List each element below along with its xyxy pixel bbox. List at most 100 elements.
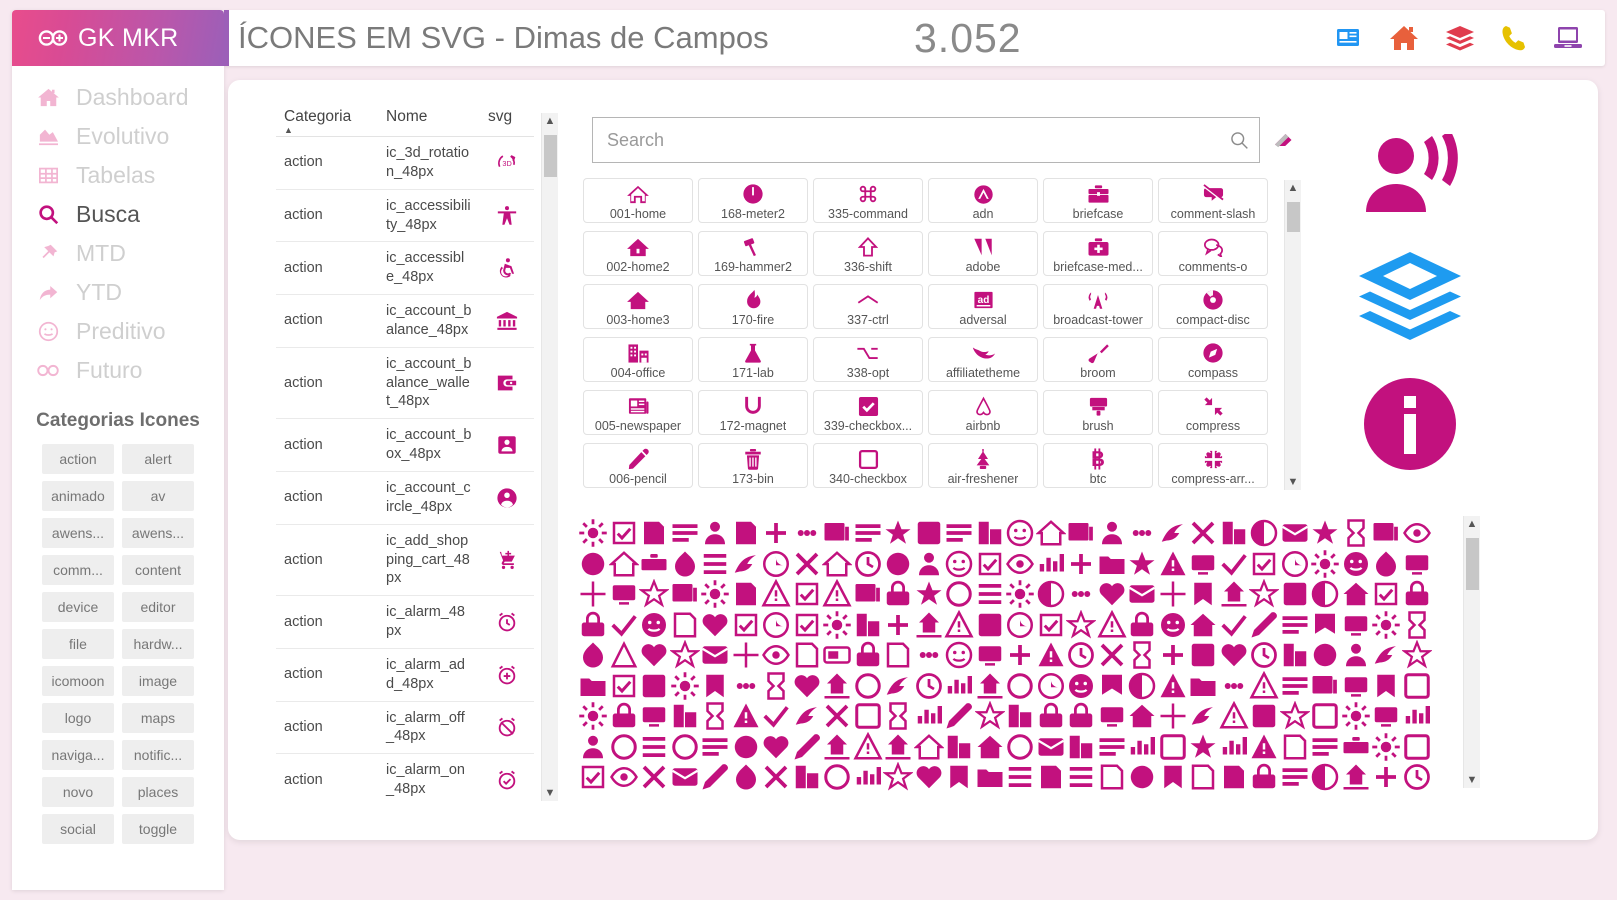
wall-icon[interactable] (1341, 549, 1372, 580)
wall-icon[interactable] (883, 610, 914, 641)
table-row[interactable]: action ic_3d_rotation_48px 3D (276, 136, 534, 190)
column-header-categoria[interactable]: Categoria ▲ (276, 100, 378, 137)
wall-icon[interactable] (1188, 518, 1219, 549)
wall-icon[interactable] (883, 518, 914, 549)
wall-icon[interactable] (761, 518, 792, 549)
wall-icon[interactable] (1127, 579, 1158, 610)
wall-icon[interactable] (822, 640, 853, 671)
wall-icon[interactable] (1066, 762, 1097, 792)
wall-icon[interactable] (609, 640, 640, 671)
icon-tile-001-home[interactable]: 001-home (583, 178, 693, 223)
category-button[interactable]: content (122, 555, 194, 585)
scroll-up-icon[interactable]: ▲ (1467, 516, 1478, 532)
wall-icon[interactable] (609, 701, 640, 732)
icon-tile-adn[interactable]: adn (928, 178, 1038, 223)
wall-icon[interactable] (1158, 762, 1189, 792)
wall-icon[interactable] (822, 732, 853, 763)
wall-icon[interactable] (1371, 549, 1402, 580)
wall-icon[interactable] (1036, 579, 1067, 610)
column-header-nome[interactable]: Nome (378, 100, 480, 137)
wall-icon[interactable] (639, 610, 670, 641)
wall-icon[interactable] (639, 701, 670, 732)
wall-icon[interactable] (1310, 701, 1341, 732)
wall-icon[interactable] (639, 732, 670, 763)
wall-icon[interactable] (578, 671, 609, 702)
sidebar-item-ytd[interactable]: YTD (12, 273, 224, 312)
wall-icon[interactable] (639, 579, 670, 610)
wall-icon[interactable] (609, 579, 640, 610)
wall-icon[interactable] (1005, 701, 1036, 732)
wall-icon[interactable] (914, 549, 945, 580)
wall-icon[interactable] (944, 732, 975, 763)
wall-icon[interactable] (761, 701, 792, 732)
wall-icon[interactable] (1036, 610, 1067, 641)
wall-icon[interactable] (1005, 549, 1036, 580)
wall-icon[interactable] (1127, 610, 1158, 641)
table-row[interactable]: action ic_account_balance_wallet_48px (276, 347, 534, 420)
wall-icon[interactable] (1310, 732, 1341, 763)
wall-icon[interactable] (975, 549, 1006, 580)
wall-icon[interactable] (1097, 671, 1128, 702)
wall-icon[interactable] (1219, 549, 1250, 580)
wall-icon[interactable] (883, 671, 914, 702)
wall-icon[interactable] (1066, 609, 1097, 641)
icon-tile-002-home2[interactable]: 002-home2 (583, 231, 693, 276)
sidebar-item-futuro[interactable]: Futuro (12, 351, 224, 390)
search-input[interactable] (593, 129, 1219, 151)
wall-icon[interactable] (578, 762, 609, 792)
icon-tile-170-fire[interactable]: 170-fire (698, 284, 808, 329)
wall-icon[interactable] (1280, 610, 1311, 641)
wall-icon[interactable] (700, 549, 731, 580)
wall-icon[interactable] (731, 732, 762, 763)
wall-icon[interactable] (853, 518, 884, 549)
wall-icon[interactable] (670, 518, 701, 549)
table-row[interactable]: action ic_alarm_add_48px (276, 648, 534, 702)
phone-icon[interactable] (1501, 24, 1527, 52)
wall-icon[interactable] (1249, 670, 1280, 702)
table-row[interactable]: action ic_account_circle_48px (276, 471, 534, 525)
wall-icon[interactable] (1249, 640, 1280, 671)
icon-tile-005-newspaper[interactable]: 005-newspaper (583, 390, 693, 435)
wall-icon[interactable] (1310, 518, 1341, 549)
wall-icon[interactable] (731, 701, 762, 732)
wall-icon[interactable] (1249, 579, 1280, 610)
wall-icon[interactable] (1188, 640, 1219, 671)
icon-tile-brush[interactable]: brush (1043, 390, 1153, 435)
wall-icon[interactable] (1219, 610, 1250, 641)
wall-icon[interactable] (731, 610, 762, 641)
wall-icon[interactable] (1402, 549, 1433, 580)
wall-icon[interactable] (1097, 518, 1128, 549)
wall-icon[interactable] (1188, 549, 1219, 580)
scroll-down-icon[interactable]: ▼ (1288, 474, 1299, 490)
wall-icon[interactable] (1249, 732, 1280, 763)
wall-icon[interactable] (609, 762, 640, 792)
wall-icon[interactable] (975, 732, 1006, 763)
wall-icon[interactable] (1280, 549, 1311, 580)
wall-icon[interactable] (1097, 549, 1128, 580)
wall-icon[interactable] (914, 640, 945, 671)
category-button[interactable]: social (42, 814, 114, 844)
wall-icon[interactable] (853, 549, 884, 580)
category-button[interactable]: awens... (122, 518, 194, 548)
eraser-icon[interactable] (1272, 128, 1298, 150)
scroll-thumb[interactable] (544, 135, 557, 177)
wall-icon[interactable] (1066, 549, 1097, 580)
icon-tile-006-pencil[interactable]: 006-pencil (583, 443, 693, 488)
wall-icon[interactable] (700, 762, 731, 792)
wall-icon[interactable] (975, 518, 1006, 549)
sidebar-item-evolutivo[interactable]: Evolutivo (12, 117, 224, 156)
wall-icon[interactable] (792, 701, 823, 732)
wall-icon[interactable] (1066, 518, 1097, 549)
scroll-thumb[interactable] (1287, 202, 1300, 232)
wall-icon[interactable] (1036, 549, 1067, 580)
wall-icon[interactable] (700, 610, 731, 641)
wall-icon[interactable] (1341, 671, 1372, 702)
wall-icon[interactable] (700, 518, 731, 549)
icon-tile-335-command[interactable]: 335-command (813, 178, 923, 223)
wall-icon[interactable] (578, 732, 609, 763)
wall-icon[interactable] (1402, 671, 1433, 702)
icon-tile-340-checkbox[interactable]: 340-checkbox (813, 443, 923, 488)
icon-tile-003-home3[interactable]: 003-home3 (583, 284, 693, 329)
wall-icon[interactable] (944, 671, 975, 702)
category-button[interactable]: image (122, 666, 194, 696)
